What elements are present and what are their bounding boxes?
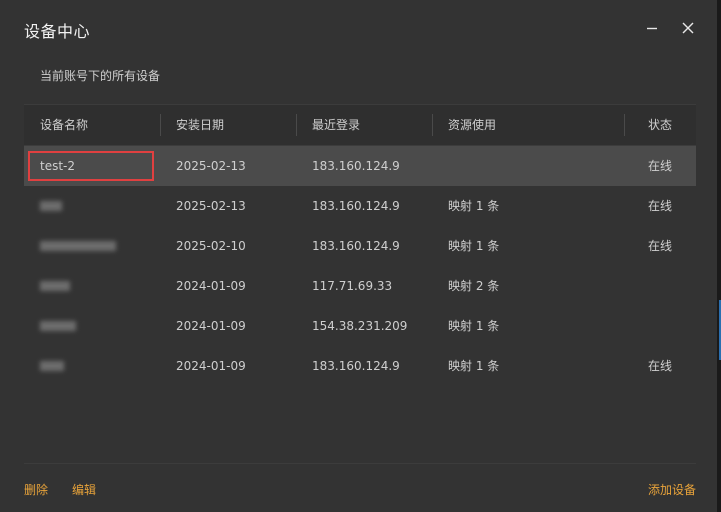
dialog-subtitle: 当前账号下的所有设备 [40,69,161,83]
device-status: 在线 [648,239,673,253]
install-date: 2025-02-13 [176,199,246,213]
header-status[interactable]: 状态 [648,105,672,145]
table-header: 设备名称 安装日期 最近登录 资源使用 状态 [24,104,696,146]
table-row[interactable]: 2024-01-09 117.71.69.33 映射 2 条 [24,266,696,306]
redacted-device-name [40,201,62,211]
device-center-dialog: 设备中心 当前账号下的所有设备 设备名称 安装日期 最近登录 资源使用 状态 t… [0,0,717,512]
delete-button[interactable]: 删除 [24,481,48,498]
header-last-login[interactable]: 最近登录 [312,105,360,145]
last-login-ip: 183.160.124.9 [312,199,400,213]
header-resource-usage[interactable]: 资源使用 [448,105,496,145]
table-row[interactable]: test-2 2025-02-13 183.160.124.9 在线 [24,146,696,186]
table-row[interactable]: 2024-01-09 154.38.231.209 映射 1 条 [24,306,696,346]
device-status: 在线 [648,199,673,213]
redacted-device-name [40,361,64,371]
dialog-title: 设备中心 [24,22,91,41]
device-status: 在线 [648,359,673,373]
install-date: 2024-01-09 [176,319,246,333]
redacted-device-name [40,281,70,291]
header-device-name[interactable]: 设备名称 [40,105,88,145]
edit-button[interactable]: 编辑 [72,481,96,498]
add-device-button[interactable]: 添加设备 [648,481,696,498]
redacted-device-name [40,241,116,251]
resource-usage: 映射 1 条 [448,199,500,213]
resource-usage: 映射 1 条 [448,359,500,373]
table-row[interactable]: 2025-02-13 183.160.124.9 映射 1 条 在线 [24,186,696,226]
redacted-device-name [40,321,76,331]
last-login-ip: 183.160.124.9 [312,159,400,173]
install-date: 2025-02-10 [176,239,246,253]
column-divider [160,114,161,136]
header-install-date[interactable]: 安装日期 [176,105,224,145]
footer-divider [24,463,696,464]
minimize-button[interactable] [640,16,664,40]
install-date: 2024-01-09 [176,359,246,373]
device-table: 设备名称 安装日期 最近登录 资源使用 状态 test-2 2025-02-13… [24,104,696,386]
last-login-ip: 183.160.124.9 [312,239,400,253]
close-button[interactable] [676,16,700,40]
last-login-ip: 183.160.124.9 [312,359,400,373]
device-name: test-2 [40,159,76,173]
column-divider [624,114,625,136]
last-login-ip: 117.71.69.33 [312,279,393,293]
close-icon [682,22,694,34]
table-row[interactable]: 2025-02-10 183.160.124.9 映射 1 条 在线 [24,226,696,266]
table-row[interactable]: 2024-01-09 183.160.124.9 映射 1 条 在线 [24,346,696,386]
resource-usage: 映射 1 条 [448,239,500,253]
resource-usage: 映射 1 条 [448,319,500,333]
resource-usage: 映射 2 条 [448,279,500,293]
column-divider [432,114,433,136]
column-divider [296,114,297,136]
install-date: 2025-02-13 [176,159,246,173]
minimize-icon [647,27,657,30]
install-date: 2024-01-09 [176,279,246,293]
last-login-ip: 154.38.231.209 [312,319,408,333]
background-window-edge [717,0,721,512]
device-status: 在线 [648,159,673,173]
